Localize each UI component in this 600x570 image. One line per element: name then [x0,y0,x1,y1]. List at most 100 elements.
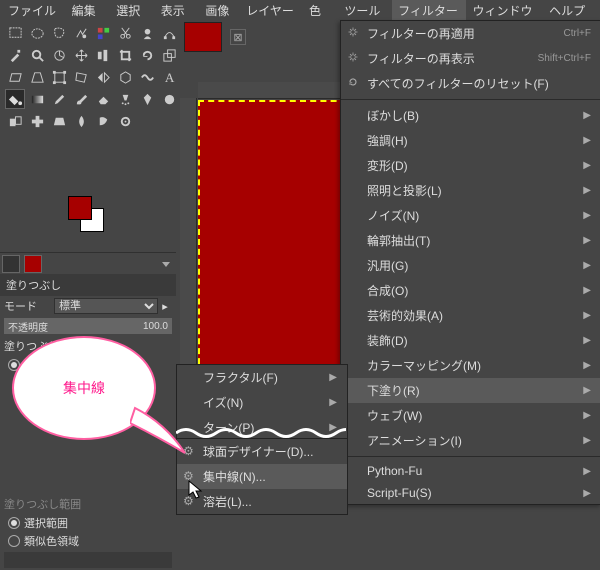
filter-noise[interactable]: ノイズ(N)▶ [341,203,600,228]
threshold-slider[interactable] [4,552,172,568]
area-similar-radio[interactable]: 類似色領域 [0,532,176,550]
tool-fuzzy-select[interactable] [71,23,91,43]
filter-decor[interactable]: 装飾(D)▶ [341,328,600,353]
menu-filters[interactable]: フィルター(R) [392,0,466,20]
render-fractals[interactable]: フラクタル(F)▶ [177,365,347,390]
callout-text: 集中線 [63,378,105,398]
mode-extra-icon[interactable]: ▸ [158,300,172,313]
filter-enhance[interactable]: 強調(H)▶ [341,128,600,153]
filter-artistic[interactable]: 芸術的効果(A)▶ [341,303,600,328]
tool-unified-transform[interactable] [49,67,69,87]
tool-smudge[interactable] [93,111,113,131]
menu-image[interactable]: 画像(I) [199,0,240,20]
tab-colors[interactable] [24,255,42,273]
tool-by-color-select[interactable] [93,23,113,43]
tool-handle-transform[interactable] [71,67,91,87]
tool-move[interactable] [71,45,91,65]
tool-warp[interactable] [137,67,157,87]
filter-map[interactable]: カラーマッピング(M)▶ [341,353,600,378]
menubar: ファイル(F) 編集(E) 選択(S) 表示(V) 画像(I) レイヤー(L) … [0,0,600,21]
tool-perspective-clone[interactable] [49,111,69,131]
menu-select[interactable]: 選択(S) [110,0,155,20]
tool-airbrush[interactable] [115,89,135,109]
tool-ink[interactable] [137,89,157,109]
tool-flip[interactable] [93,67,113,87]
tool-ellipse-select[interactable] [27,23,47,43]
tool-rotate[interactable] [137,45,157,65]
filter-reapply[interactable]: フィルターの再適用Ctrl+F [341,21,600,46]
gear-icon [347,51,359,66]
tool-foreground-select[interactable] [137,23,157,43]
tool-cage[interactable] [115,67,135,87]
mode-label: モード [4,298,54,314]
filter-light[interactable]: 照明と投影(L)▶ [341,178,600,203]
tool-free-select[interactable] [49,23,69,43]
menu-color[interactable]: 色(C) [303,0,338,20]
menu-tools[interactable]: ツール(T) [338,0,392,20]
tool-clone[interactable] [5,111,25,131]
tool-heal[interactable] [27,111,47,131]
menu-file[interactable]: ファイル(F) [2,0,66,20]
separator [341,99,600,100]
filter-render[interactable]: 下塗り(R)▶ [341,378,600,403]
tool-gradient[interactable] [27,89,47,109]
tool-color-picker[interactable] [5,45,25,65]
render-submenu-2: ⚙ 球面デザイナー(D)... ⚙ 集中線(N)... ⚙ 溶岩(L)... [176,438,348,515]
filter-animation[interactable]: アニメーション(I)▶ [341,428,600,453]
filter-blur[interactable]: ぼかし(B)▶ [341,103,600,128]
refresh-icon [347,76,359,91]
mode-select[interactable]: 標準 [54,298,158,314]
tool-eraser[interactable] [93,89,113,109]
canvas[interactable] [198,100,357,374]
tab-tool-options[interactable] [2,255,20,273]
filter-reset-all[interactable]: すべてのフィルターのリセット(F) [341,71,600,96]
render-sphere-designer[interactable]: ⚙ 球面デザイナー(D)... [177,439,347,464]
mouse-cursor-icon [188,480,204,503]
tool-options-title: 塗りつぶし [0,274,176,296]
menu-layer[interactable]: レイヤー(L) [240,0,303,20]
tool-align[interactable] [93,45,113,65]
tool-crop[interactable] [115,45,135,65]
gear-icon [347,26,359,41]
image-thumb[interactable] [184,22,222,52]
area-selection-radio[interactable]: 選択範囲 [0,514,176,532]
tool-scissors[interactable] [115,23,135,43]
menu-help[interactable]: ヘルプ(H) [543,0,598,20]
filter-web[interactable]: ウェブ(W)▶ [341,403,600,428]
tool-bucket-fill[interactable] [5,89,25,109]
tool-blur[interactable] [71,111,91,131]
filter-distort[interactable]: 変形(D)▶ [341,153,600,178]
tool-paintbrush[interactable] [71,89,91,109]
ruler-horizontal[interactable] [198,82,358,99]
opacity-value: 100.0 [143,321,168,332]
filter-python-fu[interactable]: Python-Fu▶ [341,460,600,482]
tool-rect-select[interactable] [5,23,25,43]
opacity-slider[interactable]: 不透明度 100.0 [4,318,172,334]
filter-combine[interactable]: 合成(O)▶ [341,278,600,303]
menu-view[interactable]: 表示(V) [155,0,200,20]
tool-perspective[interactable] [27,67,47,87]
tool-grid: A [0,20,180,132]
tool-zoom[interactable] [27,45,47,65]
svg-text:A: A [164,70,174,85]
ruler-vertical[interactable] [180,98,197,378]
menu-edit[interactable]: 編集(E) [66,0,111,20]
opacity-label: 不透明度 [8,319,48,334]
filter-script-fu[interactable]: Script-Fu(S)▶ [341,482,600,504]
filter-reshow[interactable]: フィルターの再表示Shift+Ctrl+F [341,46,600,71]
tool-dodge[interactable] [115,111,135,131]
options-tabs [0,252,176,275]
tool-shear[interactable] [5,67,25,87]
tool-measure[interactable] [49,45,69,65]
annotation-callout: 集中線 [12,336,180,456]
render-noise[interactable]: イズ(N)▶ [177,390,347,415]
filter-edge[interactable]: 輪郭抽出(T)▶ [341,228,600,253]
separator [341,456,600,457]
tool-pencil[interactable] [49,89,69,109]
filter-generic[interactable]: 汎用(G)▶ [341,253,600,278]
fg-color[interactable] [68,196,92,220]
color-swatch[interactable] [68,196,104,232]
tab-menu-icon[interactable] [162,262,170,267]
menu-window[interactable]: ウィンドウ(W) [466,0,543,20]
image-close-icon[interactable]: ⊠ [230,29,246,45]
